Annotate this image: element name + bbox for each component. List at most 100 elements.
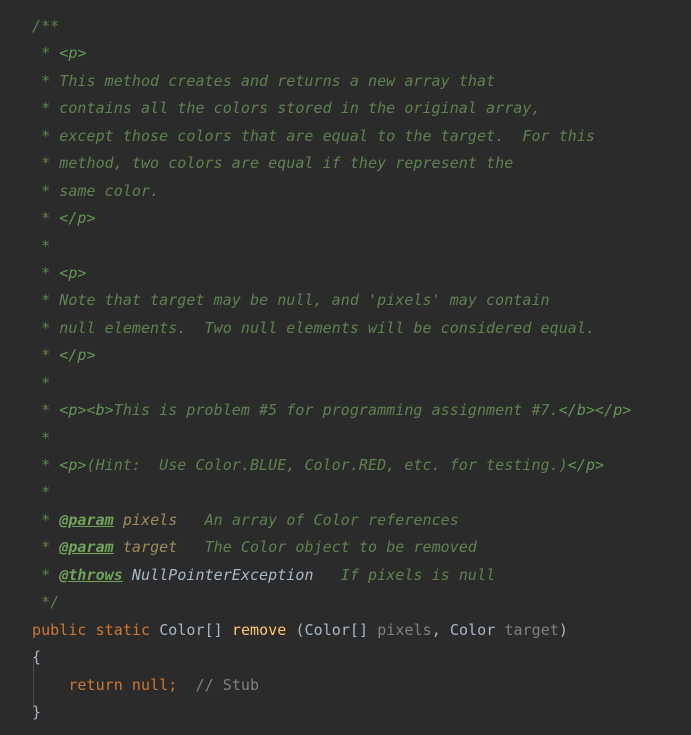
- javadoc-space: [114, 511, 123, 529]
- keyword-public: public: [32, 620, 87, 639]
- code-line-2[interactable]: * <p>: [32, 40, 691, 67]
- literal-null: null: [131, 675, 169, 694]
- javadoc-text: contains all the colors stored in the or…: [59, 99, 541, 118]
- javadoc-star: *: [32, 291, 60, 310]
- javadoc-star: *: [32, 71, 60, 90]
- javadoc-tag-param: @param: [59, 510, 114, 529]
- javadoc-space: [114, 538, 123, 556]
- code-line-3[interactable]: * This method creates and returns a new …: [32, 68, 691, 95]
- code-line-8[interactable]: * </p>: [32, 205, 691, 232]
- param-identifier-pixels: pixels: [377, 620, 432, 639]
- javadoc-text: null elements. Two null elements will be…: [59, 318, 596, 337]
- javadoc-star: *: [32, 428, 51, 447]
- param-type-color: Color: [449, 620, 496, 639]
- code-line-23[interactable]: public static Color[] remove (Color[] pi…: [32, 617, 691, 644]
- code-line-25[interactable]: return null; // Stub: [32, 672, 691, 699]
- html-tag-p-close: </p>: [59, 209, 96, 228]
- code-line-10[interactable]: * <p>: [32, 260, 691, 287]
- javadoc-tag-param: @param: [59, 538, 114, 557]
- code-editor-pane[interactable]: /** * <p> * This method creates and retu…: [0, 0, 691, 735]
- javadoc-throws-description: If pixels is null: [313, 565, 496, 584]
- param-type-color-array: Color[]: [304, 620, 369, 639]
- html-tag-p-close: </p>: [59, 346, 96, 365]
- javadoc-star: *: [32, 538, 60, 557]
- javadoc-star: *: [32, 181, 60, 200]
- javadoc-star: *: [32, 318, 60, 337]
- javadoc-star: *: [32, 263, 60, 282]
- javadoc-star: *: [32, 565, 60, 584]
- javadoc-star: *: [32, 510, 60, 529]
- javadoc-star: *: [32, 456, 60, 474]
- javadoc-text: This is problem #5 for programming assig…: [113, 401, 559, 420]
- javadoc-tag-throws: @throws: [59, 565, 123, 584]
- javadoc-param-name-pixels: pixels: [122, 510, 178, 529]
- javadoc-star: *: [32, 373, 51, 392]
- method-name-remove: remove: [231, 620, 287, 639]
- html-tag-p-close: </p>: [567, 456, 605, 474]
- paren-open: (: [286, 620, 305, 639]
- code-line-17[interactable]: * <p>(Hint: Use Color.BLUE, Color.RED, e…: [32, 452, 691, 479]
- javadoc-text: same color.: [59, 181, 160, 200]
- html-tag-p-open: <p>: [59, 263, 87, 282]
- code-line-9[interactable]: *: [32, 233, 691, 260]
- code-line-22[interactable]: */: [32, 589, 691, 616]
- javadoc-text: except those colors that are equal to th…: [59, 126, 596, 145]
- javadoc-param-description: An array of Color references: [177, 510, 459, 529]
- javadoc-text: (Hint: Use Color.BLUE, Color.RED, etc. f…: [86, 456, 568, 474]
- code-line-16[interactable]: *: [32, 425, 691, 452]
- javadoc-throws-type: NullPointerException: [131, 565, 314, 584]
- html-tag-b-close: </b>: [558, 401, 596, 420]
- javadoc-star: *: [32, 154, 60, 173]
- javadoc-star: *: [32, 236, 51, 255]
- code-line-13[interactable]: * </p>: [32, 342, 691, 369]
- javadoc-star: *: [32, 209, 60, 228]
- javadoc-text: Note that target may be null, and 'pixel…: [59, 291, 550, 310]
- code-line-1[interactable]: /**: [32, 13, 691, 40]
- javadoc-param-description: The Color object to be removed: [177, 538, 478, 557]
- javadoc-text: This method creates and returns a new ar…: [59, 71, 496, 90]
- line-comment-stub: // Stub: [195, 675, 260, 694]
- javadoc-close-token: */: [32, 593, 60, 612]
- code-line-6[interactable]: * method, two colors are equal if they r…: [32, 150, 691, 177]
- code-line-26[interactable]: }: [32, 699, 691, 726]
- comma: ,: [431, 620, 450, 639]
- code-line-19[interactable]: * @param pixels An array of Color refere…: [32, 507, 691, 534]
- javadoc-open-token: /**: [32, 17, 60, 35]
- html-tag-p-open: <p>: [59, 456, 87, 474]
- javadoc-star: *: [32, 44, 60, 63]
- keyword-return: return: [68, 675, 123, 694]
- code-line-11[interactable]: * Note that target may be null, and 'pix…: [32, 287, 691, 314]
- javadoc-star: *: [32, 483, 51, 502]
- semicolon: ;: [168, 675, 178, 694]
- code-line-4[interactable]: * contains all the colors stored in the …: [32, 95, 691, 122]
- html-tag-b-open: <b>: [86, 401, 114, 420]
- code-line-14[interactable]: *: [32, 370, 691, 397]
- code-line-5[interactable]: * except those colors that are equal to …: [32, 123, 691, 150]
- html-tag-p-close: </p>: [595, 401, 632, 420]
- javadoc-space: [123, 566, 132, 584]
- keyword-static: static: [95, 620, 151, 639]
- code-line-24[interactable]: {: [32, 644, 691, 671]
- code-line-21[interactable]: * @throws NullPointerException If pixels…: [32, 562, 691, 589]
- param-identifier-target: target: [504, 620, 559, 639]
- code-line-12[interactable]: * null elements. Two null elements will …: [32, 315, 691, 342]
- javadoc-param-name-target: target: [122, 538, 178, 557]
- return-type-color-array: Color[]: [159, 620, 223, 639]
- code-line-7[interactable]: * same color.: [32, 178, 691, 205]
- code-line-18[interactable]: *: [32, 479, 691, 506]
- javadoc-star: *: [32, 99, 60, 118]
- code-content[interactable]: /** * <p> * This method creates and retu…: [0, 13, 691, 726]
- code-line-15[interactable]: * <p><b>This is problem #5 for programmi…: [32, 397, 691, 424]
- html-tag-p-open: <p>: [59, 401, 87, 420]
- javadoc-star: *: [32, 126, 60, 145]
- javadoc-text: method, two colors are equal if they rep…: [59, 154, 514, 173]
- code-line-20[interactable]: * @param target The Color object to be r…: [32, 534, 691, 561]
